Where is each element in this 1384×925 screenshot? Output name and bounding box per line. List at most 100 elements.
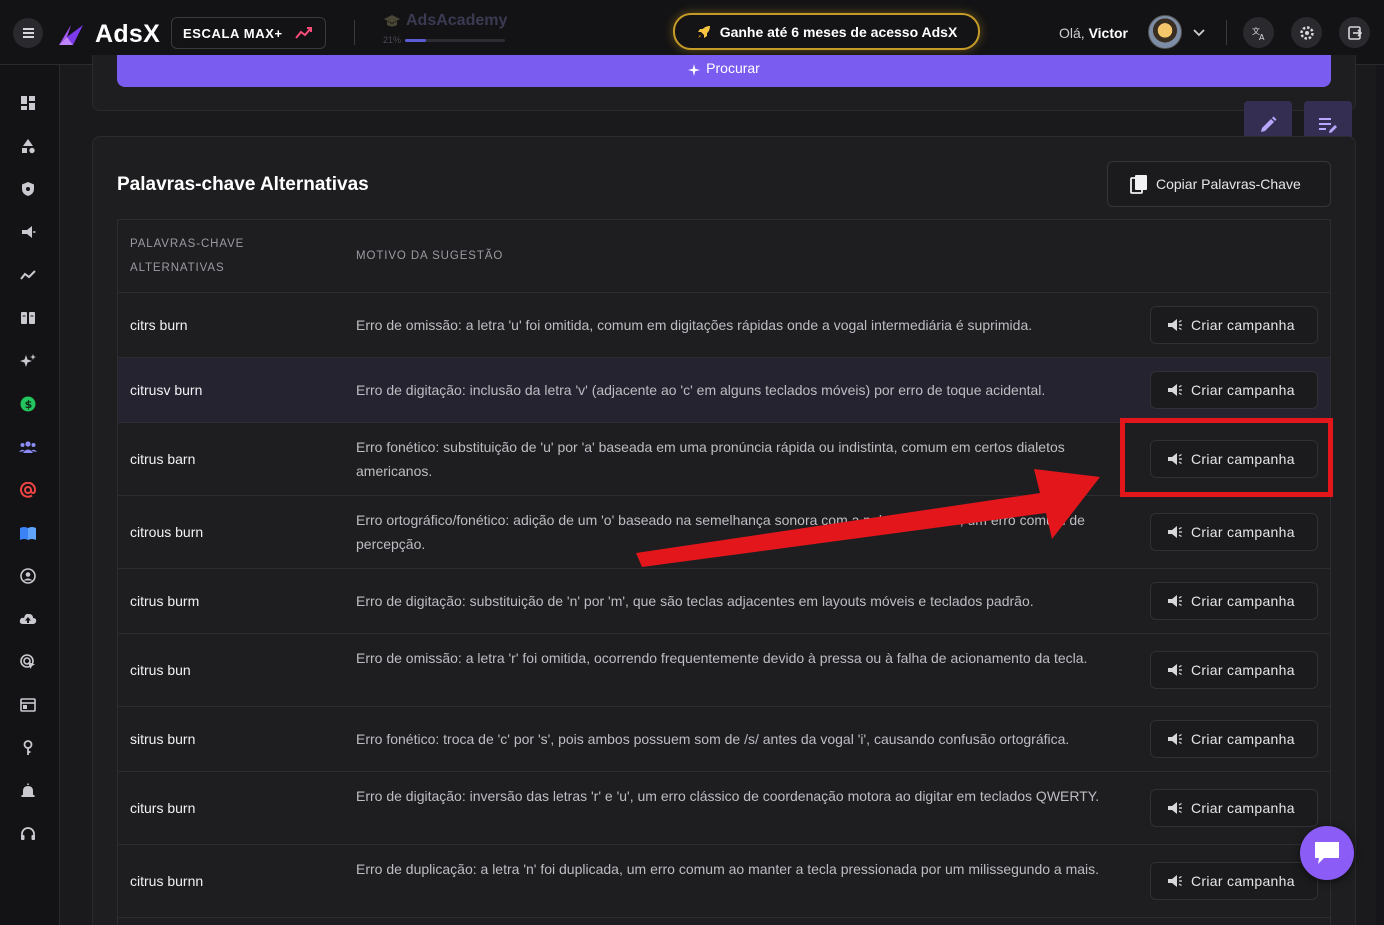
pencil-icon	[1261, 116, 1277, 132]
table-header: PALAVRAS-CHAVE ALTERNATIVAS MOTIVO DA SU…	[118, 220, 1330, 293]
target-click-icon[interactable]	[18, 652, 38, 672]
academy-progress-label: 21%	[383, 35, 402, 45]
shapes-icon[interactable]	[18, 136, 38, 156]
greeting-prefix: Olá,	[1059, 25, 1085, 41]
sparkle-icon	[688, 64, 701, 76]
topbar-divider	[1226, 20, 1227, 45]
topbar-divider	[354, 20, 355, 45]
promo-text: Ganhe até 6 meses de acesso AdsX	[719, 23, 958, 40]
table-row: citrusv burn Erro de digitação: inclusão…	[118, 358, 1330, 423]
avatar[interactable]	[1148, 15, 1182, 49]
create-campaign-button[interactable]: Criar campanha	[1150, 789, 1318, 827]
create-campaign-label: Criar campanha	[1191, 593, 1295, 609]
at-icon[interactable]	[18, 480, 38, 500]
keyword-cell: citrus burnn	[130, 873, 204, 889]
user-greeting: Olá, Victor	[1059, 25, 1128, 41]
keyword-cell: citrous burn	[130, 524, 204, 540]
settings-icon	[1299, 25, 1314, 40]
reason-cell: Erro fonético: troca de 'c' por 's', poi…	[356, 731, 1070, 747]
create-campaign-label: Criar campanha	[1191, 662, 1295, 678]
keyword-cell: citrus barn	[130, 451, 196, 467]
create-campaign-button[interactable]: Criar campanha	[1150, 651, 1318, 689]
copy-keywords-button[interactable]: Copiar Palavras-Chave	[1107, 161, 1331, 207]
alarm-icon[interactable]	[18, 781, 38, 801]
brand-logo[interactable]: AdsX	[57, 20, 160, 49]
dashboard-icon[interactable]	[18, 93, 38, 113]
megaphone-icon	[1168, 875, 1182, 887]
svg-text:$: $	[25, 398, 33, 411]
academy-progress-fill	[405, 38, 427, 42]
annotation-arrow	[636, 469, 1100, 567]
table-row: citrs burn Erro de omissão: a letra 'u' …	[118, 293, 1330, 358]
academy-widget[interactable]: AdsAcademy 21%	[383, 12, 508, 45]
highlight-box	[1120, 418, 1333, 497]
translate-button[interactable]: 文 A	[1243, 17, 1274, 48]
svg-text:A: A	[1259, 33, 1265, 41]
reason-cell: Erro de digitação: substituição de 'n' p…	[356, 593, 1034, 609]
key-icon[interactable]	[18, 738, 38, 758]
scrollbar[interactable]	[1376, 65, 1384, 925]
reason-cell: Erro de duplicação: a letra 'n' foi dupl…	[356, 861, 1100, 877]
header-keywords-line1: PALAVRAS-CHAVE	[130, 238, 245, 250]
plan-badge[interactable]: ESCALA MAX+	[171, 17, 326, 49]
megaphone-icon	[1168, 384, 1182, 396]
users-icon[interactable]	[18, 437, 38, 457]
keyword-cell: citrus burm	[130, 593, 200, 609]
chevron-down-icon[interactable]	[1193, 27, 1205, 37]
settings-button[interactable]	[1291, 17, 1322, 48]
table-row: sitrus burn Erro fonético: troca de 'c' …	[118, 707, 1330, 772]
headset-icon[interactable]	[18, 824, 38, 844]
create-campaign-label: Criar campanha	[1191, 382, 1295, 398]
chat-button[interactable]	[1300, 826, 1354, 880]
browser-window-icon[interactable]	[18, 695, 38, 715]
edit-list-icon	[1319, 118, 1337, 133]
create-campaign-label: Criar campanha	[1191, 524, 1295, 540]
keyword-cell: citrs burn	[130, 317, 188, 333]
header-keywords: PALAVRAS-CHAVE ALTERNATIVAS	[130, 232, 244, 280]
create-campaign-button[interactable]: Criar campanha	[1150, 371, 1318, 409]
reason-cell: Erro de digitação: inversão das letras '…	[356, 788, 1100, 804]
copy-icon	[1130, 175, 1147, 194]
megaphone-icon[interactable]	[18, 222, 38, 242]
copy-keywords-label: Copiar Palavras-Chave	[1156, 176, 1301, 192]
keyword-cell: sitrus burn	[130, 731, 196, 747]
table-row: citurs burn Erro de digitação: inversão …	[118, 772, 1330, 845]
sparkle-icon[interactable]	[18, 351, 38, 371]
create-campaign-label: Criar campanha	[1191, 317, 1295, 333]
create-campaign-button[interactable]: Criar campanha	[1150, 582, 1318, 620]
chat-icon	[1315, 842, 1339, 864]
table-row: citrus burnn Erro de duplicação: a letra…	[118, 845, 1330, 918]
create-campaign-label: Criar campanha	[1191, 800, 1295, 816]
search-button[interactable]: Procurar	[117, 55, 1331, 87]
user-name: Victor	[1088, 25, 1129, 41]
academy-progress-bar	[405, 38, 506, 42]
megaphone-icon	[1168, 319, 1182, 331]
adsx-logo-icon	[59, 24, 83, 45]
create-campaign-button[interactable]: Criar campanha	[1150, 862, 1318, 900]
columns-icon[interactable]	[18, 308, 38, 328]
megaphone-icon	[1168, 802, 1182, 814]
analytics-icon[interactable]	[18, 265, 38, 285]
dollar-icon[interactable]: $	[18, 394, 38, 414]
graduation-cap-icon	[384, 15, 400, 27]
create-campaign-button[interactable]: Criar campanha	[1150, 306, 1318, 344]
create-campaign-button[interactable]: Criar campanha	[1150, 720, 1318, 758]
sidebar: $	[0, 65, 60, 925]
reason-cell: Erro de omissão: a letra 'u' foi omitida…	[356, 317, 1033, 333]
create-campaign-label: Criar campanha	[1191, 873, 1295, 889]
keyword-cell: citurs burn	[130, 800, 196, 816]
megaphone-icon	[1168, 733, 1182, 745]
shield-icon[interactable]	[18, 179, 38, 199]
logout-button[interactable]	[1339, 17, 1370, 48]
promo-button[interactable]: Ganhe até 6 meses de acesso AdsX	[673, 13, 980, 50]
megaphone-icon	[1168, 595, 1182, 607]
menu-icon[interactable]	[13, 18, 43, 48]
table-row: citrus burm Erro de digitação: substitui…	[118, 569, 1330, 634]
table-row: citrus bun Erro de omissão: a letra 'r' …	[118, 634, 1330, 707]
book-icon[interactable]	[18, 523, 38, 543]
account-circle-icon[interactable]	[18, 566, 38, 586]
cloud-upload-icon[interactable]	[18, 609, 38, 629]
keyword-cell: citrusv burn	[130, 382, 203, 398]
header-reason: MOTIVO DA SUGESTÃO	[356, 250, 504, 262]
create-campaign-button[interactable]: Criar campanha	[1150, 513, 1318, 551]
